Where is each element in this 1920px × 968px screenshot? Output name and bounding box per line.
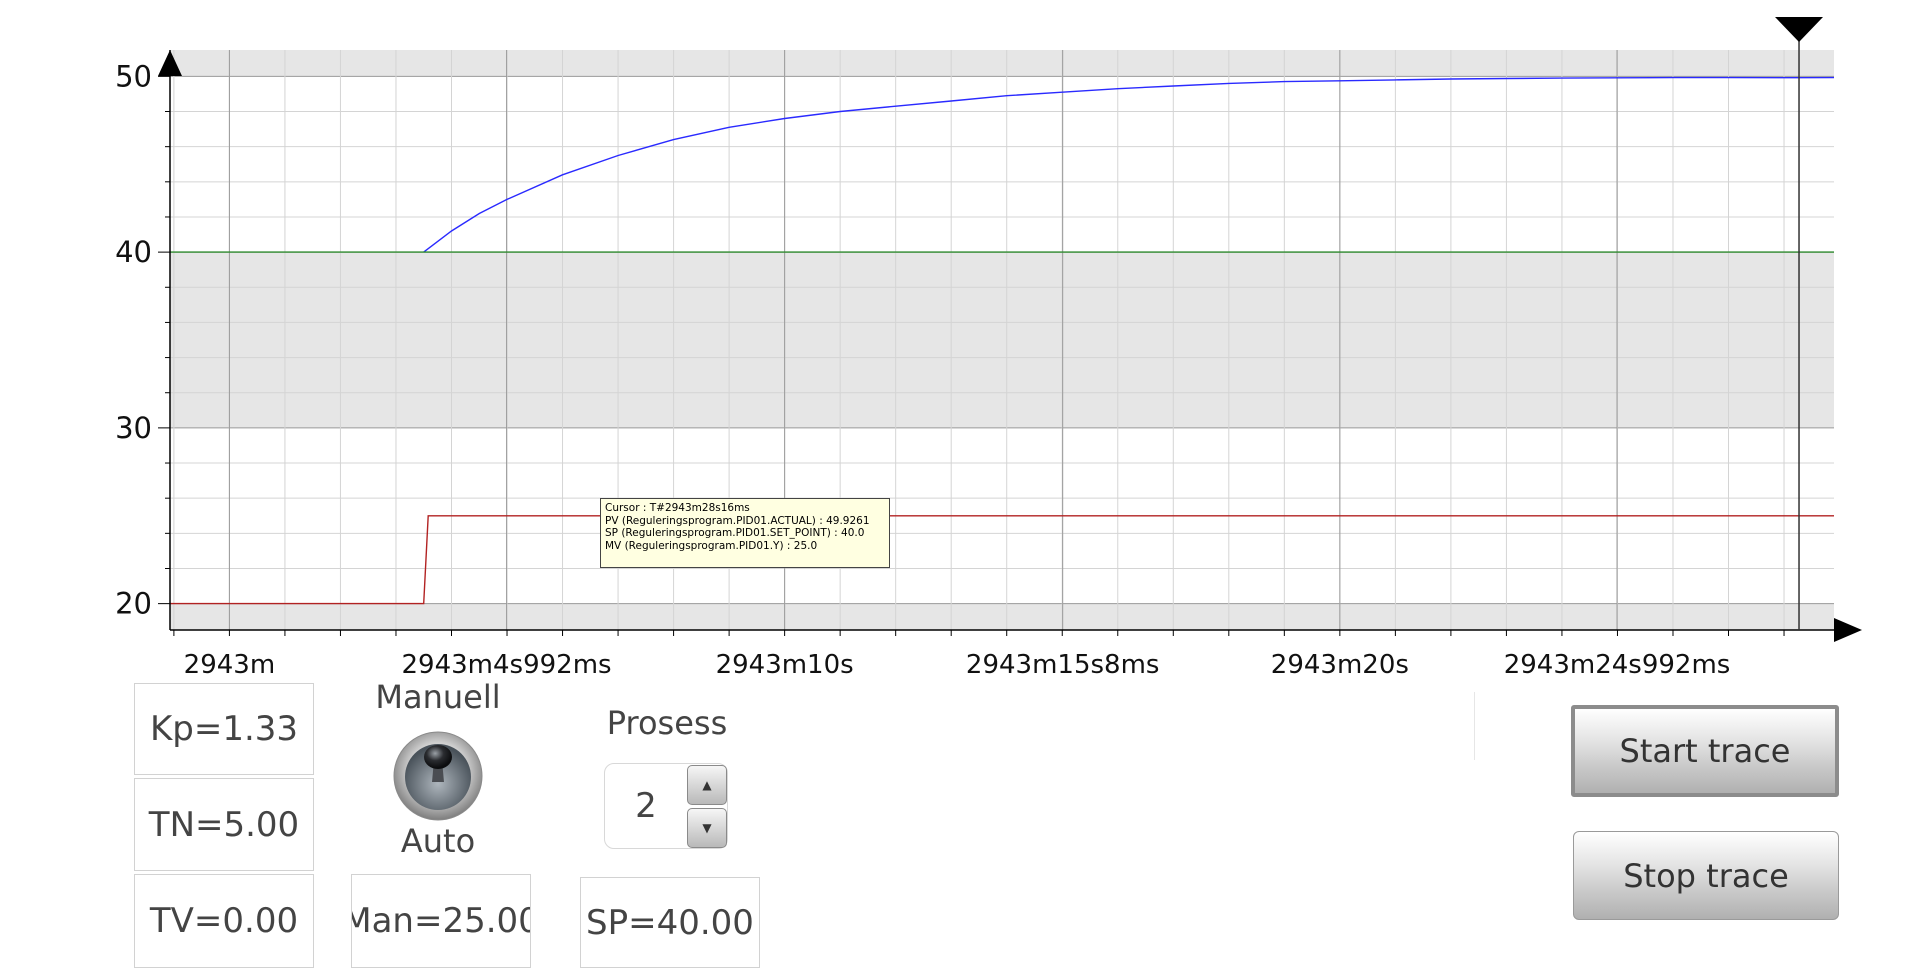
x-tick-label: 2943m4s992ms: [402, 650, 612, 680]
band-shade: [170, 603, 1834, 630]
divider: [1474, 692, 1475, 760]
process-spinbox[interactable]: 2 ▲ ▼: [604, 763, 728, 849]
y-tick-label: 30: [115, 411, 152, 445]
tooltip-sp-line: SP (Reguleringsprogram.PID01.SET_POINT) …: [605, 527, 865, 539]
tv-field[interactable]: TV=0.00: [134, 874, 314, 968]
band-shade: [170, 252, 1834, 428]
x-tick-label: 2943m10s: [716, 650, 854, 680]
process-value[interactable]: 2: [605, 764, 687, 848]
y-tick-label: 20: [115, 587, 152, 621]
x-tick-label: 2943m: [184, 650, 276, 680]
process-label: Prosess: [606, 704, 728, 742]
tn-field[interactable]: TN=5.00: [134, 778, 314, 871]
manual-output-field[interactable]: Man=25.00: [351, 874, 531, 968]
x-axis-arrow-icon: [1834, 618, 1862, 642]
manual-label: Manuell: [375, 678, 501, 716]
arrow-down-icon: ▼: [702, 821, 712, 835]
start-trace-button[interactable]: Start trace: [1571, 705, 1839, 797]
cursor-tooltip: Cursor : T#2943m28s16ms PV (Reguleringsp…: [600, 498, 890, 568]
tooltip-pv-line: PV (Reguleringsprogram.PID01.ACTUAL) : 4…: [605, 514, 870, 527]
x-tick-label: 2943m24s992ms: [1504, 650, 1731, 680]
stop-trace-button[interactable]: Stop trace: [1573, 831, 1839, 920]
x-axis-ticks: 2943m 2943m4s992ms 2943m10s 2943m15s8ms 2943…: [184, 650, 1731, 680]
x-tick-label: 2943m20s: [1271, 650, 1409, 680]
cursor-handle-icon[interactable]: [1775, 17, 1824, 42]
y-axis-ticks: 50 40 30 20: [115, 59, 152, 620]
tooltip-cursor-line: Cursor : T#2943m28s16ms: [605, 502, 750, 514]
trend-chart[interactable]: 50 40 30 20 2943m 2943m4s992ms 2943m10s 2943m1…: [0, 0, 1920, 680]
x-tick-label: 2943m15s8ms: [966, 650, 1160, 680]
toggle-switch-icon: [393, 731, 483, 821]
mode-toggle-switch[interactable]: [392, 730, 484, 822]
kp-field[interactable]: Kp=1.33: [134, 683, 314, 775]
arrow-up-icon: ▲: [702, 778, 712, 792]
spin-down-button[interactable]: ▼: [687, 808, 727, 848]
tooltip-mv-line: MV (Reguleringsprogram.PID01.Y) : 25.0: [605, 539, 818, 552]
band-shade: [170, 50, 1834, 77]
chart-bands: [170, 50, 1834, 630]
y-tick-label: 50: [115, 59, 152, 93]
auto-label: Auto: [400, 822, 476, 860]
y-tick-label: 40: [115, 235, 152, 269]
spin-up-button[interactable]: ▲: [687, 765, 727, 805]
setpoint-field[interactable]: SP=40.00: [580, 877, 760, 968]
